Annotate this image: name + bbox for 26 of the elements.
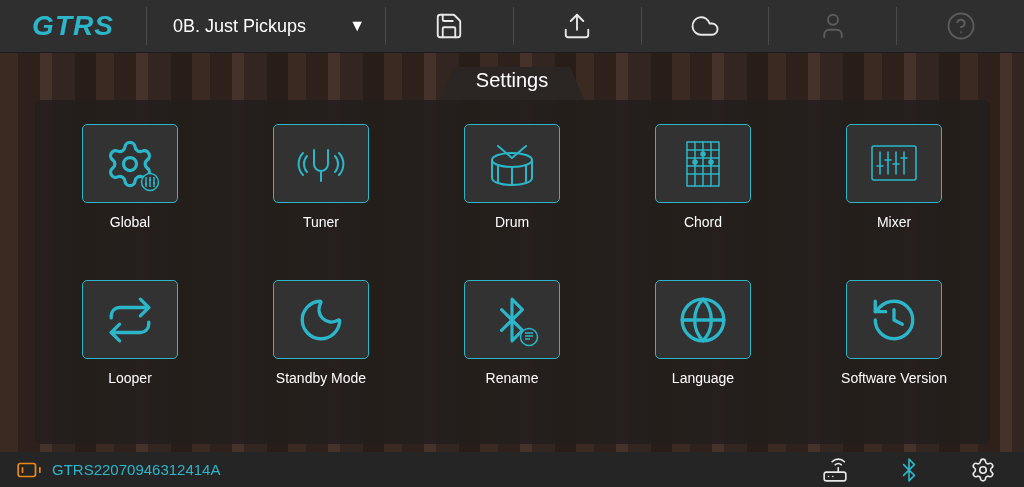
router-icon[interactable] (822, 456, 848, 483)
settings-tile[interactable] (846, 280, 942, 359)
tile-label: Software Version (841, 370, 947, 386)
settings-tile[interactable] (655, 280, 751, 359)
settings-tile[interactable] (846, 124, 942, 203)
tile-label: Language (671, 370, 735, 386)
tile-label: Standby Mode (275, 370, 367, 386)
tile-label: Drum (494, 214, 530, 230)
tile-label: Looper (108, 370, 152, 386)
tile-label: Mixer (876, 214, 912, 230)
preset-dropdown[interactable]: 0B. Just Pickups ▼ (147, 0, 385, 52)
settings-tile[interactable] (273, 280, 369, 359)
settings-tile[interactable] (273, 124, 369, 203)
settings-tile[interactable] (464, 124, 560, 203)
gtrs-logo: GTRS (31, 10, 115, 42)
tile-label: Tuner (302, 214, 340, 230)
settings-icon[interactable] (970, 456, 996, 483)
tile-label: Global (109, 214, 151, 230)
tile-label: Rename (485, 370, 539, 386)
settings-tile[interactable] (655, 124, 751, 203)
settings-tile[interactable] (82, 280, 178, 359)
settings-title: Settings (439, 67, 585, 100)
settings-tile[interactable] (464, 280, 560, 359)
settings-tile[interactable] (82, 124, 178, 203)
device-serial: GTRS22070946312414A (52, 461, 222, 478)
tile-label: Chord (683, 214, 723, 230)
